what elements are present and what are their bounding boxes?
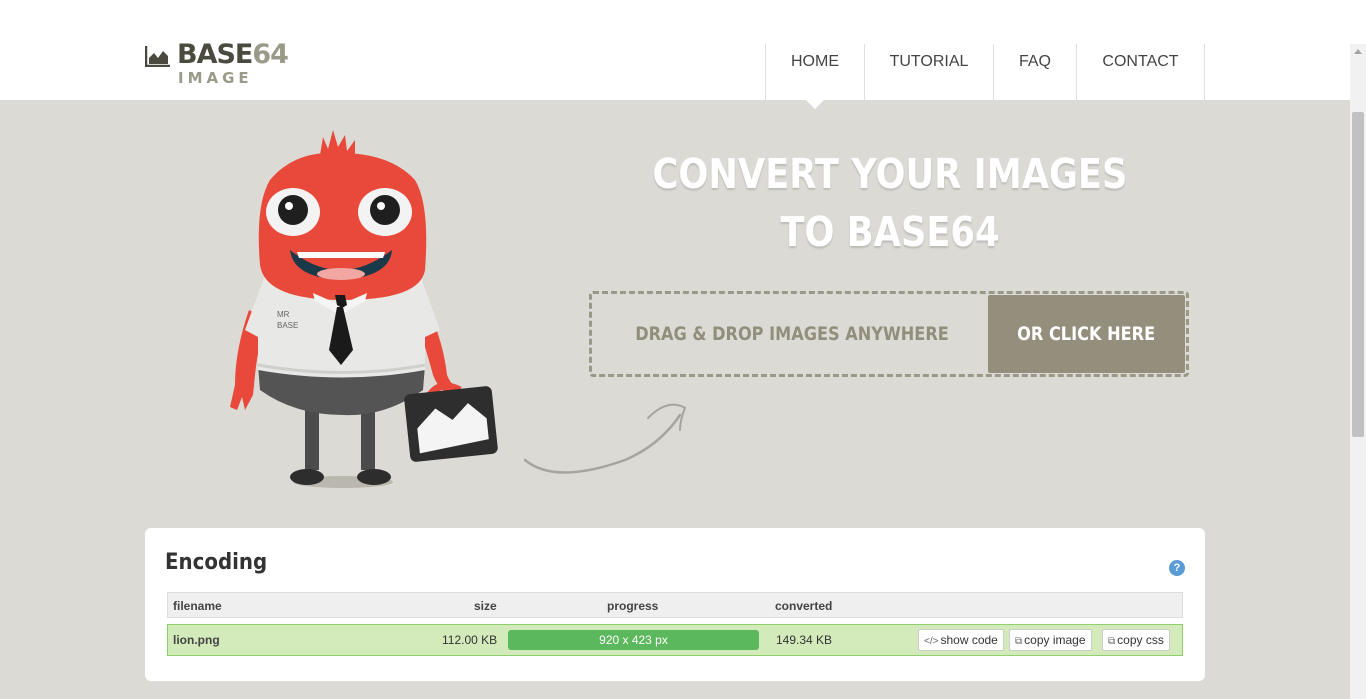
scroll-up-arrow-icon[interactable] xyxy=(1354,49,1362,54)
encoding-title: Encoding xyxy=(165,550,268,575)
copy-image-button[interactable]: ⧉ copy image xyxy=(1009,629,1092,651)
upload-click-button[interactable]: OR CLICK HERE xyxy=(988,295,1185,373)
progress-label: 920 x 423 px xyxy=(599,633,668,647)
copy-icon: ⧉ xyxy=(1015,636,1023,647)
progress-bar: 920 x 423 px xyxy=(508,630,759,650)
copy-css-button[interactable]: ⧉ copy css xyxy=(1102,629,1170,651)
curved-arrow-icon xyxy=(523,403,687,474)
nav-contact[interactable]: CONTACT xyxy=(1076,44,1205,100)
encoding-panel: Encoding ? filename size progress conver… xyxy=(145,528,1205,681)
row-size: 112.00 KB xyxy=(442,633,498,647)
show-code-button[interactable]: </> show code xyxy=(918,629,1004,651)
hero-headline-line1: CONVERT YOUR IMAGES xyxy=(652,150,1128,198)
page-scrollbar[interactable] xyxy=(1350,44,1366,699)
site-header: BASE64 IMAGE HOME TUTORIAL FAQ CONTACT xyxy=(0,0,1350,109)
nav-tutorial[interactable]: TUTORIAL xyxy=(864,44,993,100)
copy-image-label: copy image xyxy=(1024,633,1086,647)
encoding-table-header: filename size progress converted xyxy=(167,592,1183,618)
drop-zone[interactable]: DRAG & DROP IMAGES ANYWHERE OR CLICK HER… xyxy=(589,291,1189,377)
show-code-label: show code xyxy=(940,633,998,647)
hero-headline-line2: TO BASE64 xyxy=(780,208,1000,256)
scroll-thumb[interactable] xyxy=(1352,112,1364,437)
row-filename: lion.png xyxy=(173,633,220,647)
logo-subtext: IMAGE xyxy=(178,69,253,87)
row-converted: 149.34 KB xyxy=(776,633,833,647)
col-converted: converted xyxy=(775,599,833,613)
copy-icon: ⧉ xyxy=(1108,636,1116,647)
mascot-illustration: MR BASE xyxy=(230,130,498,488)
logo-text-64: 64 xyxy=(252,39,289,70)
col-filename: filename xyxy=(173,599,222,613)
mascot-shirt-text-2: BASE xyxy=(277,321,298,330)
nav-faq[interactable]: FAQ xyxy=(993,44,1076,100)
logo-text-base: BASE xyxy=(177,39,253,70)
col-progress: progress xyxy=(607,599,659,613)
mascot-shirt-text-1: MR xyxy=(277,310,290,319)
main-nav: HOME TUTORIAL FAQ CONTACT xyxy=(765,44,1205,109)
site-logo[interactable]: BASE64 IMAGE xyxy=(145,40,289,88)
upload-click-label: OR CLICK HERE xyxy=(1017,323,1156,345)
nav-home[interactable]: HOME xyxy=(765,44,864,109)
copy-css-label: copy css xyxy=(1117,633,1164,647)
help-icon[interactable]: ? xyxy=(1169,560,1185,576)
logo-text: BASE64 xyxy=(177,39,289,70)
table-row: lion.png 112.00 KB 920 x 423 px 149.34 K… xyxy=(167,624,1183,656)
hero-headline: CONVERT YOUR IMAGES TO BASE64 xyxy=(632,145,1148,261)
code-icon: </> xyxy=(924,636,939,647)
chart-logo-icon xyxy=(145,46,170,67)
drop-zone-text: DRAG & DROP IMAGES ANYWHERE xyxy=(635,323,949,345)
col-size: size xyxy=(474,599,497,613)
